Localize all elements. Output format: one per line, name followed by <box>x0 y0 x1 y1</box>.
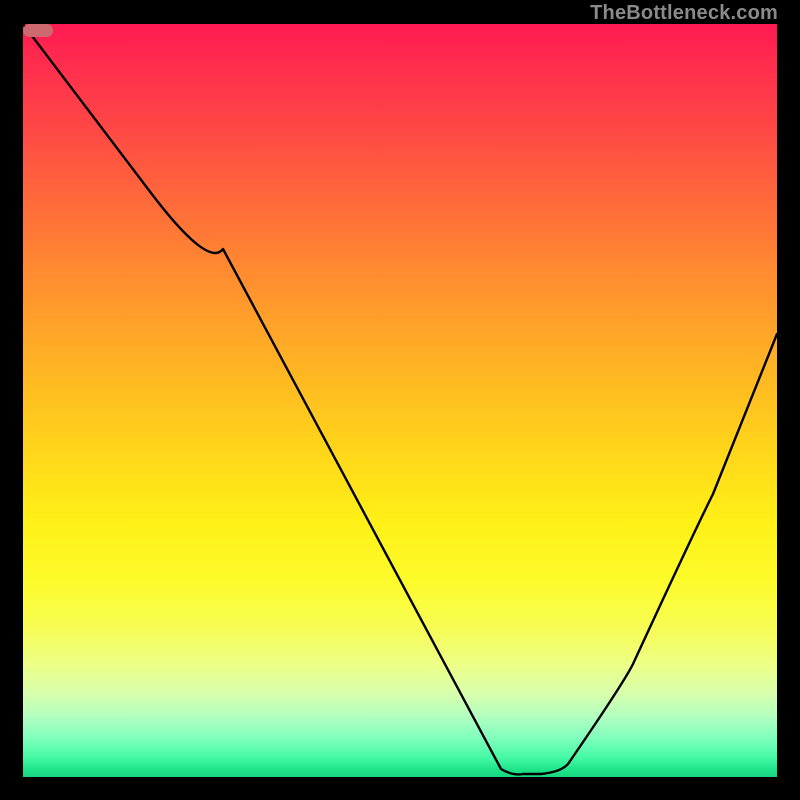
plot-area <box>23 24 777 777</box>
bottleneck-curve <box>23 24 777 777</box>
curve-path <box>23 24 777 774</box>
watermark-text: TheBottleneck.com <box>590 2 778 25</box>
chart-frame: TheBottleneck.com <box>0 0 800 800</box>
optimal-point-marker <box>23 24 53 37</box>
